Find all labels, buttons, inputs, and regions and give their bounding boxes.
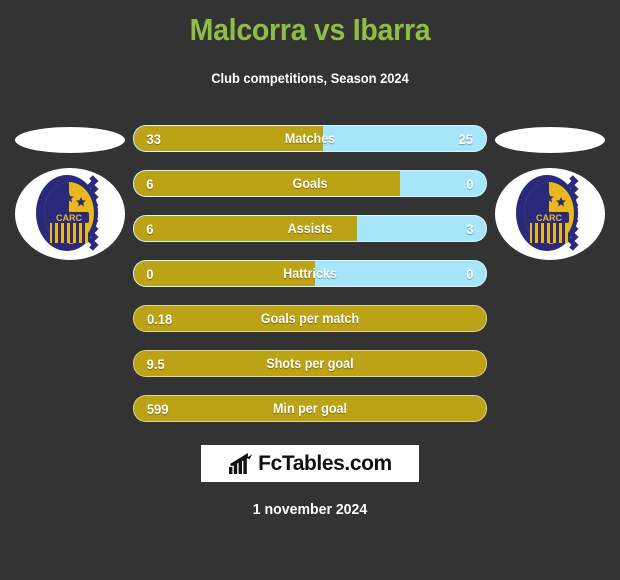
page-header: Malcorra vs Ibarra Club competitions, Se… — [0, 0, 620, 86]
stat-label: Shots per goal — [266, 356, 354, 371]
stat-row-min-per-goal: 599 Min per goal — [133, 395, 487, 422]
fctables-label: FcTables.com — [258, 451, 392, 475]
away-value: 25 — [458, 130, 474, 147]
away-value: 0 — [466, 265, 474, 282]
fctables-logo[interactable]: FcTables.com — [201, 445, 419, 482]
away-value: 0 — [466, 175, 474, 192]
stat-label: Hattricks — [283, 266, 337, 281]
svg-text:CARC: CARC — [56, 213, 82, 223]
stat-label: Min per goal — [273, 401, 347, 416]
home-team-crest: CARC — [15, 168, 125, 260]
stat-row-hattricks: 0 Hattricks 0 — [133, 260, 487, 287]
stat-bars-list: 33 Matches 25 6 Goals 0 6 Assists 3 0 Ha… — [133, 125, 487, 440]
stat-label: Goals — [292, 176, 328, 191]
away-value: 3 — [466, 220, 474, 237]
home-crest-backdrop — [15, 127, 125, 153]
stat-row-assists: 6 Assists 3 — [133, 215, 487, 242]
carc-crest-icon: CARC — [516, 175, 579, 251]
away-team-crest-container: CARC — [490, 113, 610, 268]
report-date: 1 november 2024 — [252, 501, 368, 518]
stat-row-goals: 6 Goals 0 — [133, 170, 487, 197]
page-title: Malcorra vs Ibarra — [189, 12, 431, 47]
comparison-section: CARC CARC 33 Matches 25 6 Goals 0 6 Assi… — [0, 113, 620, 433]
svg-text:CARC: CARC — [536, 213, 562, 223]
home-team-crest-container: CARC — [10, 113, 130, 268]
carc-crest-icon: CARC — [36, 175, 99, 251]
bar-chart-arrow-icon — [229, 452, 253, 474]
stat-label: Goals per match — [260, 311, 360, 326]
stat-row-shots-per-goal: 9.5 Shots per goal — [133, 350, 487, 377]
page-subtitle: Club competitions, Season 2024 — [211, 70, 409, 86]
stat-label: Assists — [287, 221, 333, 236]
stat-label: Matches — [284, 131, 336, 146]
stat-row-matches: 33 Matches 25 — [133, 125, 487, 152]
stat-row-goals-per-match: 0.18 Goals per match — [133, 305, 487, 332]
away-crest-backdrop — [495, 127, 605, 153]
away-team-crest: CARC — [495, 168, 605, 260]
